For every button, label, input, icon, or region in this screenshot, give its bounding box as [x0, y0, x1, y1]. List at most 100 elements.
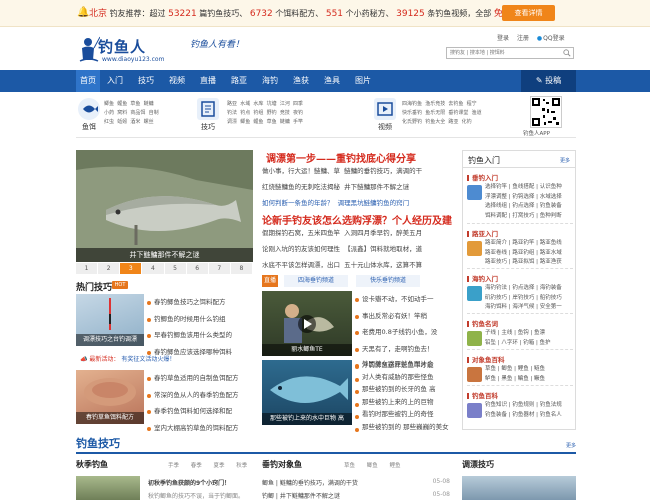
- cat-link[interactable]: 化氏野钓: [402, 119, 422, 125]
- list-item[interactable]: 那些被钓上来的上的巨物: [354, 396, 449, 409]
- cat-link[interactable]: 草鱼: [267, 119, 277, 125]
- autumn-thumb[interactable]: [76, 476, 140, 500]
- news-link[interactable]: 假期探钓石窝，五米四鱼竿: [262, 229, 340, 237]
- cat-link[interactable]: 钓点: [240, 110, 250, 116]
- rblock-link-row[interactable]: 选择钓竿 | 鱼线搭配 | 认识鱼种: [485, 183, 562, 193]
- cat-link[interactable]: 鲤鱼: [253, 119, 263, 125]
- row-tag[interactable]: 鲫鱼: [262, 480, 274, 487]
- hot-thumb-2[interactable]: 春钓草鱼饵料配方: [76, 370, 144, 424]
- news-link[interactable]: 【派鑫】饵料就地取材，道: [344, 245, 422, 253]
- rblock-link-row[interactable]: 子线 | 主线 | 鱼钩 | 鱼漂: [485, 329, 551, 339]
- rblock-link-row[interactable]: 草鱼 | 鲫鱼 | 鲤鱼 | 鲢鱼: [485, 365, 545, 375]
- hero-slider-image[interactable]: 井下鲢鳙那件不解之谜: [76, 150, 253, 262]
- cat-bait-label[interactable]: 鱼饵: [75, 122, 103, 132]
- list-item[interactable]: 事出反常必有妖！竿稍: [354, 308, 437, 325]
- fish-tab[interactable]: 草鱼: [344, 463, 355, 469]
- pager-item[interactable]: 8: [230, 263, 253, 274]
- news-link[interactable]: 五十元山体水库，这算不算: [344, 261, 422, 269]
- rblock-title[interactable]: 垂钓入门: [467, 172, 498, 182]
- cat-link[interactable]: 竞技: [280, 110, 290, 116]
- search-icon[interactable]: [563, 49, 571, 57]
- cat-link[interactable]: 四季: [293, 101, 303, 107]
- cat-link[interactable]: 蚯蚓: [117, 119, 127, 125]
- cat-link[interactable]: 草鱼: [130, 101, 140, 107]
- video-thumb-2[interactable]: 那些被钓上来的水中巨物 高: [262, 360, 352, 425]
- cat-link[interactable]: 调漂: [227, 119, 237, 125]
- rblock-link-row[interactable]: 浮漂调整 | 钓钩选择 | 水域选择: [485, 193, 562, 203]
- pager-item[interactable]: 1: [76, 263, 99, 274]
- cat-link[interactable]: 路亚: [448, 119, 458, 125]
- cat-link[interactable]: 野钓: [267, 110, 277, 116]
- rblock-title[interactable]: 对象鱼百科: [467, 354, 505, 364]
- rblock-link-row[interactable]: 路亚卷线 | 路亚钓组 | 路亚水域: [485, 249, 562, 259]
- cat-link[interactable]: 窝料: [117, 110, 127, 116]
- nav-sea[interactable]: 海钓: [258, 70, 282, 92]
- cat-link[interactable]: 垂钓课堂: [448, 110, 468, 116]
- cat-link[interactable]: 化钓: [462, 119, 472, 125]
- row-tag[interactable]: 钓鲫: [262, 493, 274, 500]
- cat-link[interactable]: 去钓鱼: [448, 101, 463, 107]
- list-item[interactable]: 春钓草鱼适用的自制鱼饵配方: [146, 370, 239, 387]
- pager-item[interactable]: 6: [186, 263, 209, 274]
- rblock-title[interactable]: 钓鱼百科: [467, 390, 498, 400]
- qq-login-link[interactable]: QQ登录: [543, 35, 564, 42]
- cat-link[interactable]: 酒米: [130, 119, 140, 125]
- cat-link[interactable]: 鱼乐无限: [425, 110, 445, 116]
- cat-link[interactable]: 钓组: [253, 110, 263, 116]
- search-input[interactable]: [447, 48, 557, 58]
- cat-link[interactable]: 手竿: [293, 119, 303, 125]
- cat-link[interactable]: 鲤鱼: [117, 101, 127, 107]
- activity-link[interactable]: 有奖征文活动火爆！: [121, 356, 175, 363]
- pager-item[interactable]: 5: [164, 263, 187, 274]
- nav-home[interactable]: 首页: [76, 70, 100, 92]
- list-item[interactable]: 对人类有威胁的那些怪鱼: [354, 371, 449, 384]
- news-link[interactable]: 入洞四月季早钓，醉美五月: [344, 229, 422, 237]
- hot-thumb-1[interactable]: 调漂技巧之台钓调漂: [76, 294, 144, 346]
- login-link[interactable]: 登录: [497, 35, 509, 42]
- cat-link[interactable]: 鲢鳙: [280, 119, 290, 125]
- rblock-link-row[interactable]: 钓鱼装备 | 钓鱼器材 | 钓鱼名人: [485, 411, 562, 421]
- nav-live[interactable]: 直播: [196, 70, 220, 92]
- nav-catch[interactable]: 渔获: [289, 70, 313, 92]
- float-skills-thumb[interactable]: [462, 476, 576, 500]
- news-link[interactable]: 井下鲢鳙那件不解之谜: [344, 183, 409, 191]
- cat-skills-label[interactable]: 技巧: [194, 122, 222, 132]
- row-text[interactable]: 鲢鳙的垂钓技巧，满调的干货: [280, 480, 358, 487]
- rblock-link-row[interactable]: 路亚简介 | 路亚钓竿 | 路亚鱼线: [485, 239, 562, 249]
- list-item[interactable]: 常深的鱼从人的春季钓鱼配方: [146, 387, 239, 404]
- view-details-button[interactable]: 查看详情: [502, 5, 555, 21]
- season-tab[interactable]: 秋季: [236, 463, 247, 469]
- news-link[interactable]: 论刚入坑的钓友该如何理性: [262, 245, 340, 253]
- list-item[interactable]: 设卡瓣不动，不如动手一: [354, 291, 437, 308]
- pager-item-active[interactable]: 3: [120, 263, 143, 274]
- list-item[interactable]: 外国美女路亚鲈鱼图片合: [354, 358, 449, 371]
- season-tab[interactable]: 手季: [168, 463, 179, 469]
- rblock-link-row[interactable]: 路亚技巧 | 路亚拟饵 | 路亚渔获: [485, 258, 562, 268]
- rblock-link-row[interactable]: 饵料调配 | 打窝技巧 | 鱼种判断: [485, 212, 562, 222]
- row-text[interactable]: 井下鲢鳙那件不解之谜: [280, 493, 340, 500]
- bait-icon[interactable]: [78, 98, 100, 120]
- register-link[interactable]: 注册: [517, 35, 529, 42]
- cat-link[interactable]: 渔道: [472, 110, 482, 116]
- rblock-title[interactable]: 钓鱼名词: [467, 318, 498, 328]
- fish-tab[interactable]: 鲫鱼: [367, 463, 378, 469]
- cat-link[interactable]: 商品饵: [130, 110, 145, 116]
- skills-icon[interactable]: [197, 98, 219, 120]
- list-item[interactable]: 春季钓鱼饵料如何选择和配: [146, 403, 239, 420]
- list-item[interactable]: 钓鲫鱼的时候用什么钓组: [146, 311, 232, 328]
- rblock-link-row[interactable]: 海钓钓法 | 钓点选择 | 海钓装备: [485, 284, 562, 294]
- cat-link[interactable]: 鲫鱼: [104, 101, 114, 107]
- target-fish-title[interactable]: 垂钓对象鱼: [262, 459, 302, 473]
- post-button[interactable]: ✎ 投稿: [521, 70, 576, 92]
- site-logo[interactable]: 钓鱼人 www.diaoyu123.com: [78, 36, 170, 66]
- cat-link[interactable]: 水库: [253, 101, 263, 107]
- more-link[interactable]: 更多: [560, 157, 570, 164]
- list-item[interactable]: 早春钓鲫鱼该用什么类型的: [146, 327, 232, 344]
- news-link[interactable]: 红烧鲢鳙鱼的无刺吃法揭秘: [262, 183, 340, 191]
- rblock-title[interactable]: 海钓入门: [467, 273, 498, 283]
- cat-link[interactable]: 夜钓: [293, 110, 303, 116]
- cat-link[interactable]: 红虫: [104, 119, 114, 125]
- cat-link[interactable]: 钓鱼大全: [425, 119, 445, 125]
- fish-tab[interactable]: 鲤鱼: [390, 463, 401, 469]
- autumn-fishing-title[interactable]: 秋季钓鱼: [76, 459, 108, 473]
